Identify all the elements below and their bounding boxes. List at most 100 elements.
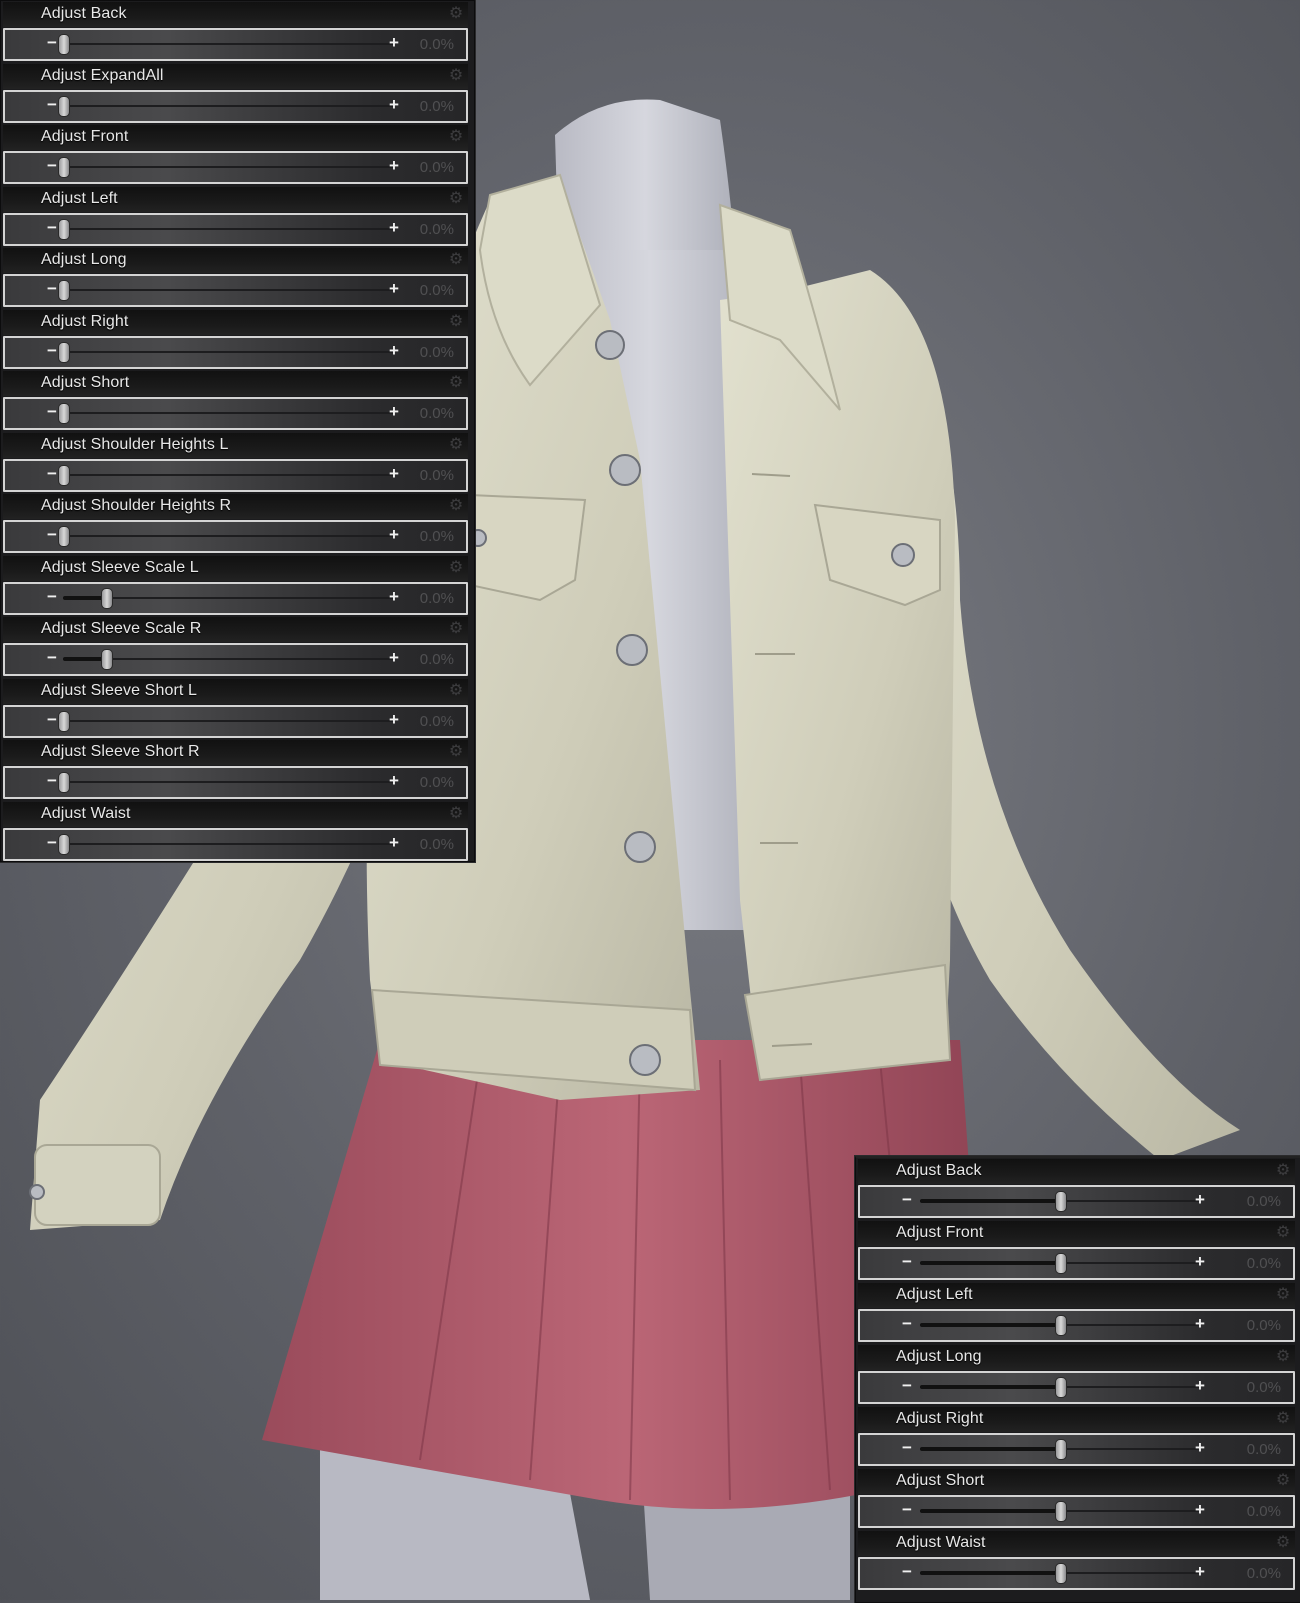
gear-icon[interactable]: ⚙ — [1275, 1411, 1291, 1427]
plus-icon[interactable]: + — [389, 279, 399, 299]
gear-icon[interactable]: ⚙ — [448, 313, 464, 330]
plus-icon[interactable]: + — [389, 525, 399, 545]
plus-icon[interactable]: + — [1195, 1314, 1205, 1334]
slider-thumb[interactable] — [100, 587, 113, 609]
slider-control[interactable]: − + 0.0% — [3, 827, 468, 861]
slider-control[interactable]: − + 0.0% — [3, 397, 468, 430]
slider-value[interactable]: 0.0% — [420, 836, 454, 853]
slider-value[interactable]: 0.0% — [420, 713, 454, 730]
minus-icon[interactable]: − — [902, 1562, 912, 1582]
slider-value[interactable]: 0.0% — [1247, 1255, 1281, 1272]
slider-control[interactable]: − + 0.0% — [858, 1557, 1295, 1590]
slider-value[interactable]: 0.0% — [1247, 1317, 1281, 1334]
gear-icon[interactable]: ⚙ — [448, 682, 464, 699]
slider-control[interactable]: − + 0.0% — [3, 335, 468, 369]
slider-value[interactable]: 0.0% — [420, 159, 454, 176]
plus-icon[interactable]: + — [1195, 1500, 1205, 1520]
slider-thumb[interactable] — [58, 280, 70, 301]
minus-icon[interactable]: − — [902, 1314, 912, 1334]
minus-icon[interactable]: − — [47, 279, 57, 299]
gear-icon[interactable]: ⚙ — [448, 375, 464, 391]
slider-control[interactable]: − + 0.0% — [858, 1495, 1295, 1528]
slider-control[interactable]: − + 0.0% — [858, 1247, 1295, 1280]
minus-icon[interactable]: − — [47, 402, 57, 422]
slider-thumb[interactable] — [1055, 1563, 1067, 1584]
slider-thumb[interactable] — [58, 464, 70, 486]
slider-value[interactable]: 0.0% — [1247, 1565, 1281, 1582]
slider-value[interactable]: 0.0% — [1247, 1193, 1281, 1210]
slider-control[interactable]: − + 0.0% — [3, 28, 468, 61]
slider-thumb[interactable] — [1055, 1439, 1067, 1460]
slider-control[interactable]: − + 0.0% — [858, 1433, 1295, 1466]
slider-thumb[interactable] — [58, 157, 70, 178]
plus-icon[interactable]: + — [389, 95, 399, 115]
slider-thumb[interactable] — [58, 710, 70, 732]
slider-track[interactable] — [63, 412, 393, 414]
slider-track[interactable] — [63, 43, 393, 45]
minus-icon[interactable]: − — [47, 771, 57, 791]
minus-icon[interactable]: − — [47, 648, 57, 668]
slider-thumb[interactable] — [1055, 1315, 1067, 1336]
slider-track[interactable] — [63, 166, 393, 168]
slider-control[interactable]: − + 0.0% — [3, 520, 468, 553]
minus-icon[interactable]: − — [47, 525, 57, 545]
slider-track[interactable] — [63, 535, 393, 537]
gear-icon[interactable]: ⚙ — [1275, 1163, 1291, 1179]
plus-icon[interactable]: + — [389, 156, 399, 176]
slider-control[interactable]: − + 0.0% — [3, 89, 468, 123]
plus-icon[interactable]: + — [389, 833, 399, 853]
slider-value[interactable]: 0.0% — [420, 590, 454, 607]
slider-value[interactable]: 0.0% — [420, 98, 454, 115]
slider-value[interactable]: 0.0% — [420, 651, 454, 668]
gear-icon[interactable]: ⚙ — [448, 559, 464, 576]
slider-control[interactable]: − + 0.0% — [3, 581, 468, 615]
slider-thumb[interactable] — [58, 403, 70, 424]
slider-track[interactable] — [63, 227, 393, 230]
slider-thumb[interactable] — [58, 341, 70, 363]
plus-icon[interactable]: + — [389, 218, 399, 238]
gear-icon[interactable]: ⚙ — [1275, 1225, 1291, 1241]
slider-value[interactable]: 0.0% — [1247, 1441, 1281, 1458]
plus-icon[interactable]: + — [1195, 1252, 1205, 1272]
slider-control[interactable]: − + 0.0% — [3, 151, 468, 184]
minus-icon[interactable]: − — [902, 1376, 912, 1396]
slider-thumb[interactable] — [58, 34, 70, 55]
minus-icon[interactable]: − — [47, 710, 57, 730]
slider-value[interactable]: 0.0% — [420, 467, 454, 484]
slider-thumb[interactable] — [58, 772, 70, 793]
plus-icon[interactable]: + — [1195, 1438, 1205, 1458]
minus-icon[interactable]: − — [902, 1500, 912, 1520]
gear-icon[interactable]: ⚙ — [448, 621, 464, 637]
minus-icon[interactable]: − — [47, 833, 57, 853]
slider-value[interactable]: 0.0% — [1247, 1503, 1281, 1520]
slider-value[interactable]: 0.0% — [1247, 1379, 1281, 1396]
gear-icon[interactable]: ⚙ — [448, 190, 464, 207]
plus-icon[interactable]: + — [389, 464, 399, 484]
minus-icon[interactable]: − — [902, 1252, 912, 1272]
slider-control[interactable]: − + 0.0% — [3, 643, 468, 676]
plus-icon[interactable]: + — [1195, 1376, 1205, 1396]
gear-icon[interactable]: ⚙ — [1275, 1349, 1291, 1365]
slider-thumb[interactable] — [1055, 1191, 1067, 1212]
slider-control[interactable]: − + 0.0% — [3, 458, 468, 492]
plus-icon[interactable]: + — [389, 402, 399, 422]
gear-icon[interactable]: ⚙ — [1275, 1535, 1291, 1551]
plus-icon[interactable]: + — [1195, 1562, 1205, 1582]
slider-track[interactable] — [63, 781, 393, 783]
slider-track[interactable] — [63, 842, 393, 845]
slider-thumb[interactable] — [58, 95, 70, 117]
slider-thumb[interactable] — [1055, 1501, 1067, 1522]
slider-track[interactable] — [63, 104, 393, 107]
slider-thumb[interactable] — [58, 526, 70, 547]
slider-control[interactable]: − + 0.0% — [3, 274, 468, 307]
plus-icon[interactable]: + — [1195, 1190, 1205, 1210]
minus-icon[interactable]: − — [47, 95, 57, 115]
slider-value[interactable]: 0.0% — [420, 774, 454, 791]
gear-icon[interactable]: ⚙ — [1275, 1473, 1291, 1489]
slider-value[interactable]: 0.0% — [420, 282, 454, 299]
slider-value[interactable]: 0.0% — [420, 221, 454, 238]
gear-icon[interactable]: ⚙ — [448, 6, 464, 22]
slider-thumb[interactable] — [1055, 1253, 1067, 1274]
slider-value[interactable]: 0.0% — [420, 405, 454, 422]
minus-icon[interactable]: − — [47, 218, 57, 238]
